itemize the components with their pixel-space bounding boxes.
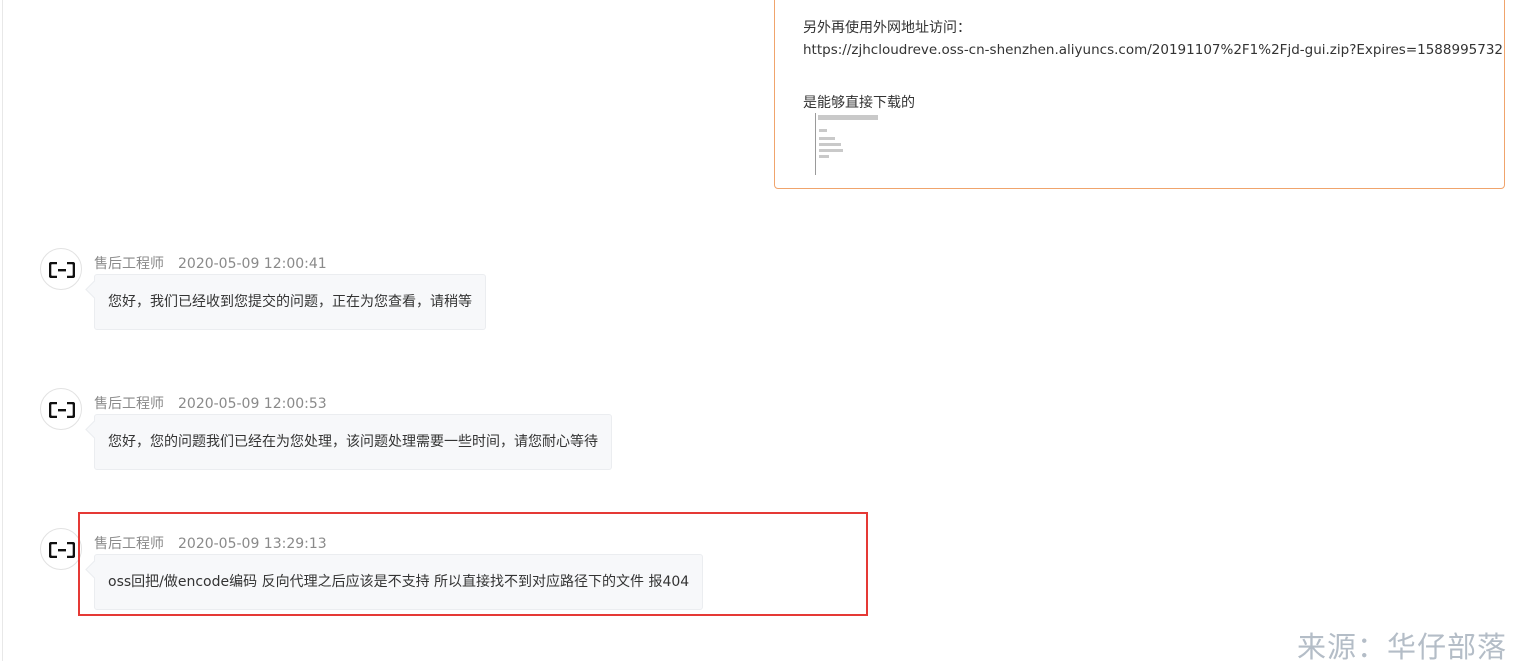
attachment-thumbnail[interactable] xyxy=(815,113,880,175)
aliyun-logo-icon xyxy=(49,402,75,418)
message-bubble: 您好，您的问题我们已经在为您处理，该问题处理需要一些时间，请您耐心等待 xyxy=(94,414,612,470)
message-time: 2020-05-09 12:00:41 xyxy=(178,256,327,272)
message-time: 2020-05-09 12:00:53 xyxy=(178,396,327,412)
sender-name: 售后工程师 xyxy=(94,396,164,412)
avatar xyxy=(40,528,82,570)
user-message-line: 是能够直接下载的 xyxy=(803,95,915,111)
aliyun-logo-icon xyxy=(49,542,75,558)
message-bubble: 您好，我们已经收到您提交的问题，正在为您查看，请稍等 xyxy=(94,274,486,330)
sender-name: 售后工程师 xyxy=(94,256,164,272)
user-message-bubble: 另外再使用外网地址访问： https://zjhcloudreve.oss-cn… xyxy=(774,0,1505,189)
user-message-line: 另外再使用外网地址访问： xyxy=(803,20,971,36)
message-meta: 售后工程师 2020-05-09 12:00:53 xyxy=(94,393,327,413)
watermark: 来源：华仔部落 xyxy=(1297,630,1508,664)
message-meta: 售后工程师 2020-05-09 12:00:41 xyxy=(94,253,327,273)
avatar xyxy=(40,388,82,430)
left-divider xyxy=(2,0,3,661)
aliyun-logo-icon xyxy=(49,262,75,278)
user-message-url[interactable]: https://zjhcloudreve.oss-cn-shenzhen.ali… xyxy=(803,42,1503,58)
highlight-annotation xyxy=(78,512,868,616)
avatar xyxy=(40,248,82,290)
